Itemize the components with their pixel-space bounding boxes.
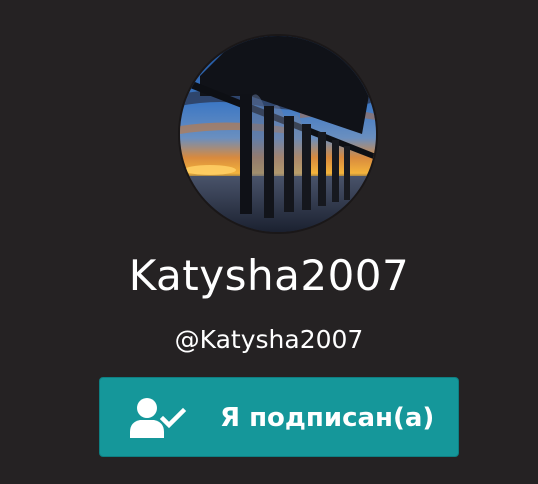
display-name: Katysha2007 (128, 251, 410, 300)
user-check-icon (129, 397, 187, 439)
username: @Katysha2007 (174, 325, 364, 354)
profile-card: Katysha2007 @Katysha2007 Я подписан(а) (0, 0, 538, 484)
subscribed-button-label: Я подписан(а) (220, 403, 435, 433)
subscribed-button[interactable]: Я подписан(а) (99, 377, 459, 457)
avatar-photo (180, 36, 376, 232)
avatar[interactable] (180, 36, 376, 232)
